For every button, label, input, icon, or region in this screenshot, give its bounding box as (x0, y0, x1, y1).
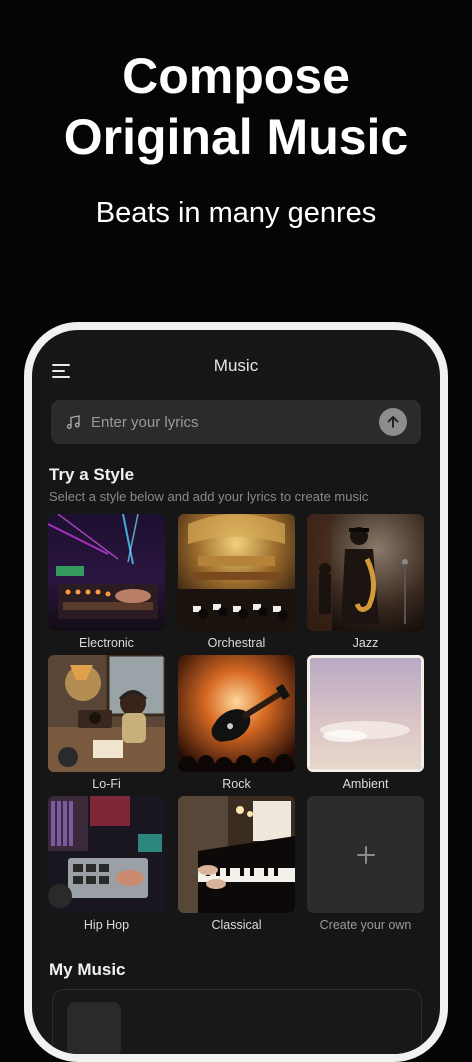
style-tile-rock[interactable]: Rock (178, 655, 295, 791)
style-label: Ambient (342, 777, 389, 791)
my-music-title: My Music (49, 960, 126, 979)
orchestral-image (178, 514, 295, 631)
create-box (307, 796, 424, 913)
lofi-image (48, 655, 165, 772)
create-your-own-tile[interactable]: Create your own (307, 796, 424, 932)
jazz-image (307, 514, 424, 631)
style-tile-ambient[interactable]: Ambient (307, 655, 424, 791)
plus-icon (356, 845, 375, 864)
music-note-icon (65, 414, 81, 430)
phone-frame: Music Try a Style Select a style below a… (24, 322, 448, 1062)
hero-title-line2: Original Music (63, 109, 409, 165)
hiphop-image (48, 796, 165, 913)
style-label: Classical (211, 918, 262, 932)
app-title: Music (213, 356, 259, 375)
try-style-subtitle: Select a style below and add your lyrics… (49, 489, 369, 504)
app-screen: Music Try a Style Select a style below a… (32, 330, 440, 1054)
style-label: Lo-Fi (92, 777, 121, 791)
send-button[interactable] (379, 408, 407, 436)
style-label: Hip Hop (83, 918, 130, 932)
arrow-up-icon (387, 416, 399, 428)
style-tile-orchestral[interactable]: Orchestral (178, 514, 295, 650)
style-label: Electronic (79, 636, 134, 650)
style-tile-electronic[interactable]: Electronic (48, 514, 165, 650)
lyrics-bar (51, 400, 421, 444)
try-style-title: Try a Style (49, 465, 135, 484)
hero-subtitle: Beats in many genres (95, 197, 377, 229)
track-thumbnail (67, 1002, 121, 1054)
lyrics-input[interactable] (91, 400, 361, 444)
style-tile-lofi[interactable]: Lo-Fi (48, 655, 165, 791)
hero-title: Compose Original Music (0, 46, 472, 168)
style-label: Rock (222, 777, 251, 791)
style-tile-jazz[interactable]: Jazz (307, 514, 424, 650)
classical-image (178, 796, 295, 913)
create-your-own-label: Create your own (319, 918, 412, 932)
ambient-image (307, 655, 424, 772)
electronic-image (48, 514, 165, 631)
hero-title-line1: Compose (122, 48, 350, 104)
style-label: Jazz (352, 636, 379, 650)
style-label: Orchestral (207, 636, 266, 650)
style-tile-classical[interactable]: Classical (178, 796, 295, 932)
rock-image (178, 655, 295, 772)
my-music-card[interactable] (52, 989, 422, 1054)
style-tile-hiphop[interactable]: Hip Hop (48, 796, 165, 932)
